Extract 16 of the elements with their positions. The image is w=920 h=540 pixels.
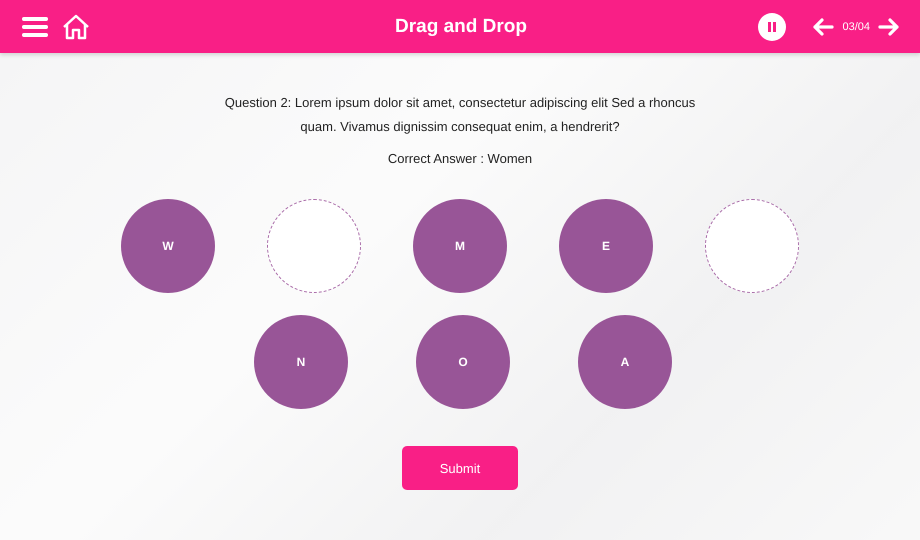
letter-tile[interactable]: E bbox=[559, 199, 653, 293]
submit-button[interactable]: Submit bbox=[402, 446, 518, 490]
arrow-left-icon[interactable] bbox=[812, 18, 834, 36]
letter-tile[interactable]: A bbox=[578, 315, 672, 409]
pause-icon[interactable] bbox=[758, 12, 786, 40]
letter-tile[interactable]: N bbox=[254, 315, 348, 409]
letter-tile[interactable]: M bbox=[413, 199, 507, 293]
letter-tile[interactable]: O bbox=[416, 315, 510, 409]
letter-tile[interactable]: W bbox=[121, 199, 215, 293]
menu-icon[interactable] bbox=[22, 16, 48, 38]
arrow-right-icon[interactable] bbox=[878, 18, 900, 36]
page-title: Drag and Drop bbox=[395, 16, 527, 38]
question-text: Question 2: Lorem ipsum dolor sit amet, consectetur adipiscing elit Sed a rhoncus quam. Vivamus dignissim consequat enim, a hendrerit? bbox=[224, 94, 696, 136]
home-icon[interactable] bbox=[62, 14, 90, 40]
page-counter: 03/04 bbox=[842, 20, 870, 32]
correct-answer: Correct Answer : Women bbox=[388, 151, 532, 166]
